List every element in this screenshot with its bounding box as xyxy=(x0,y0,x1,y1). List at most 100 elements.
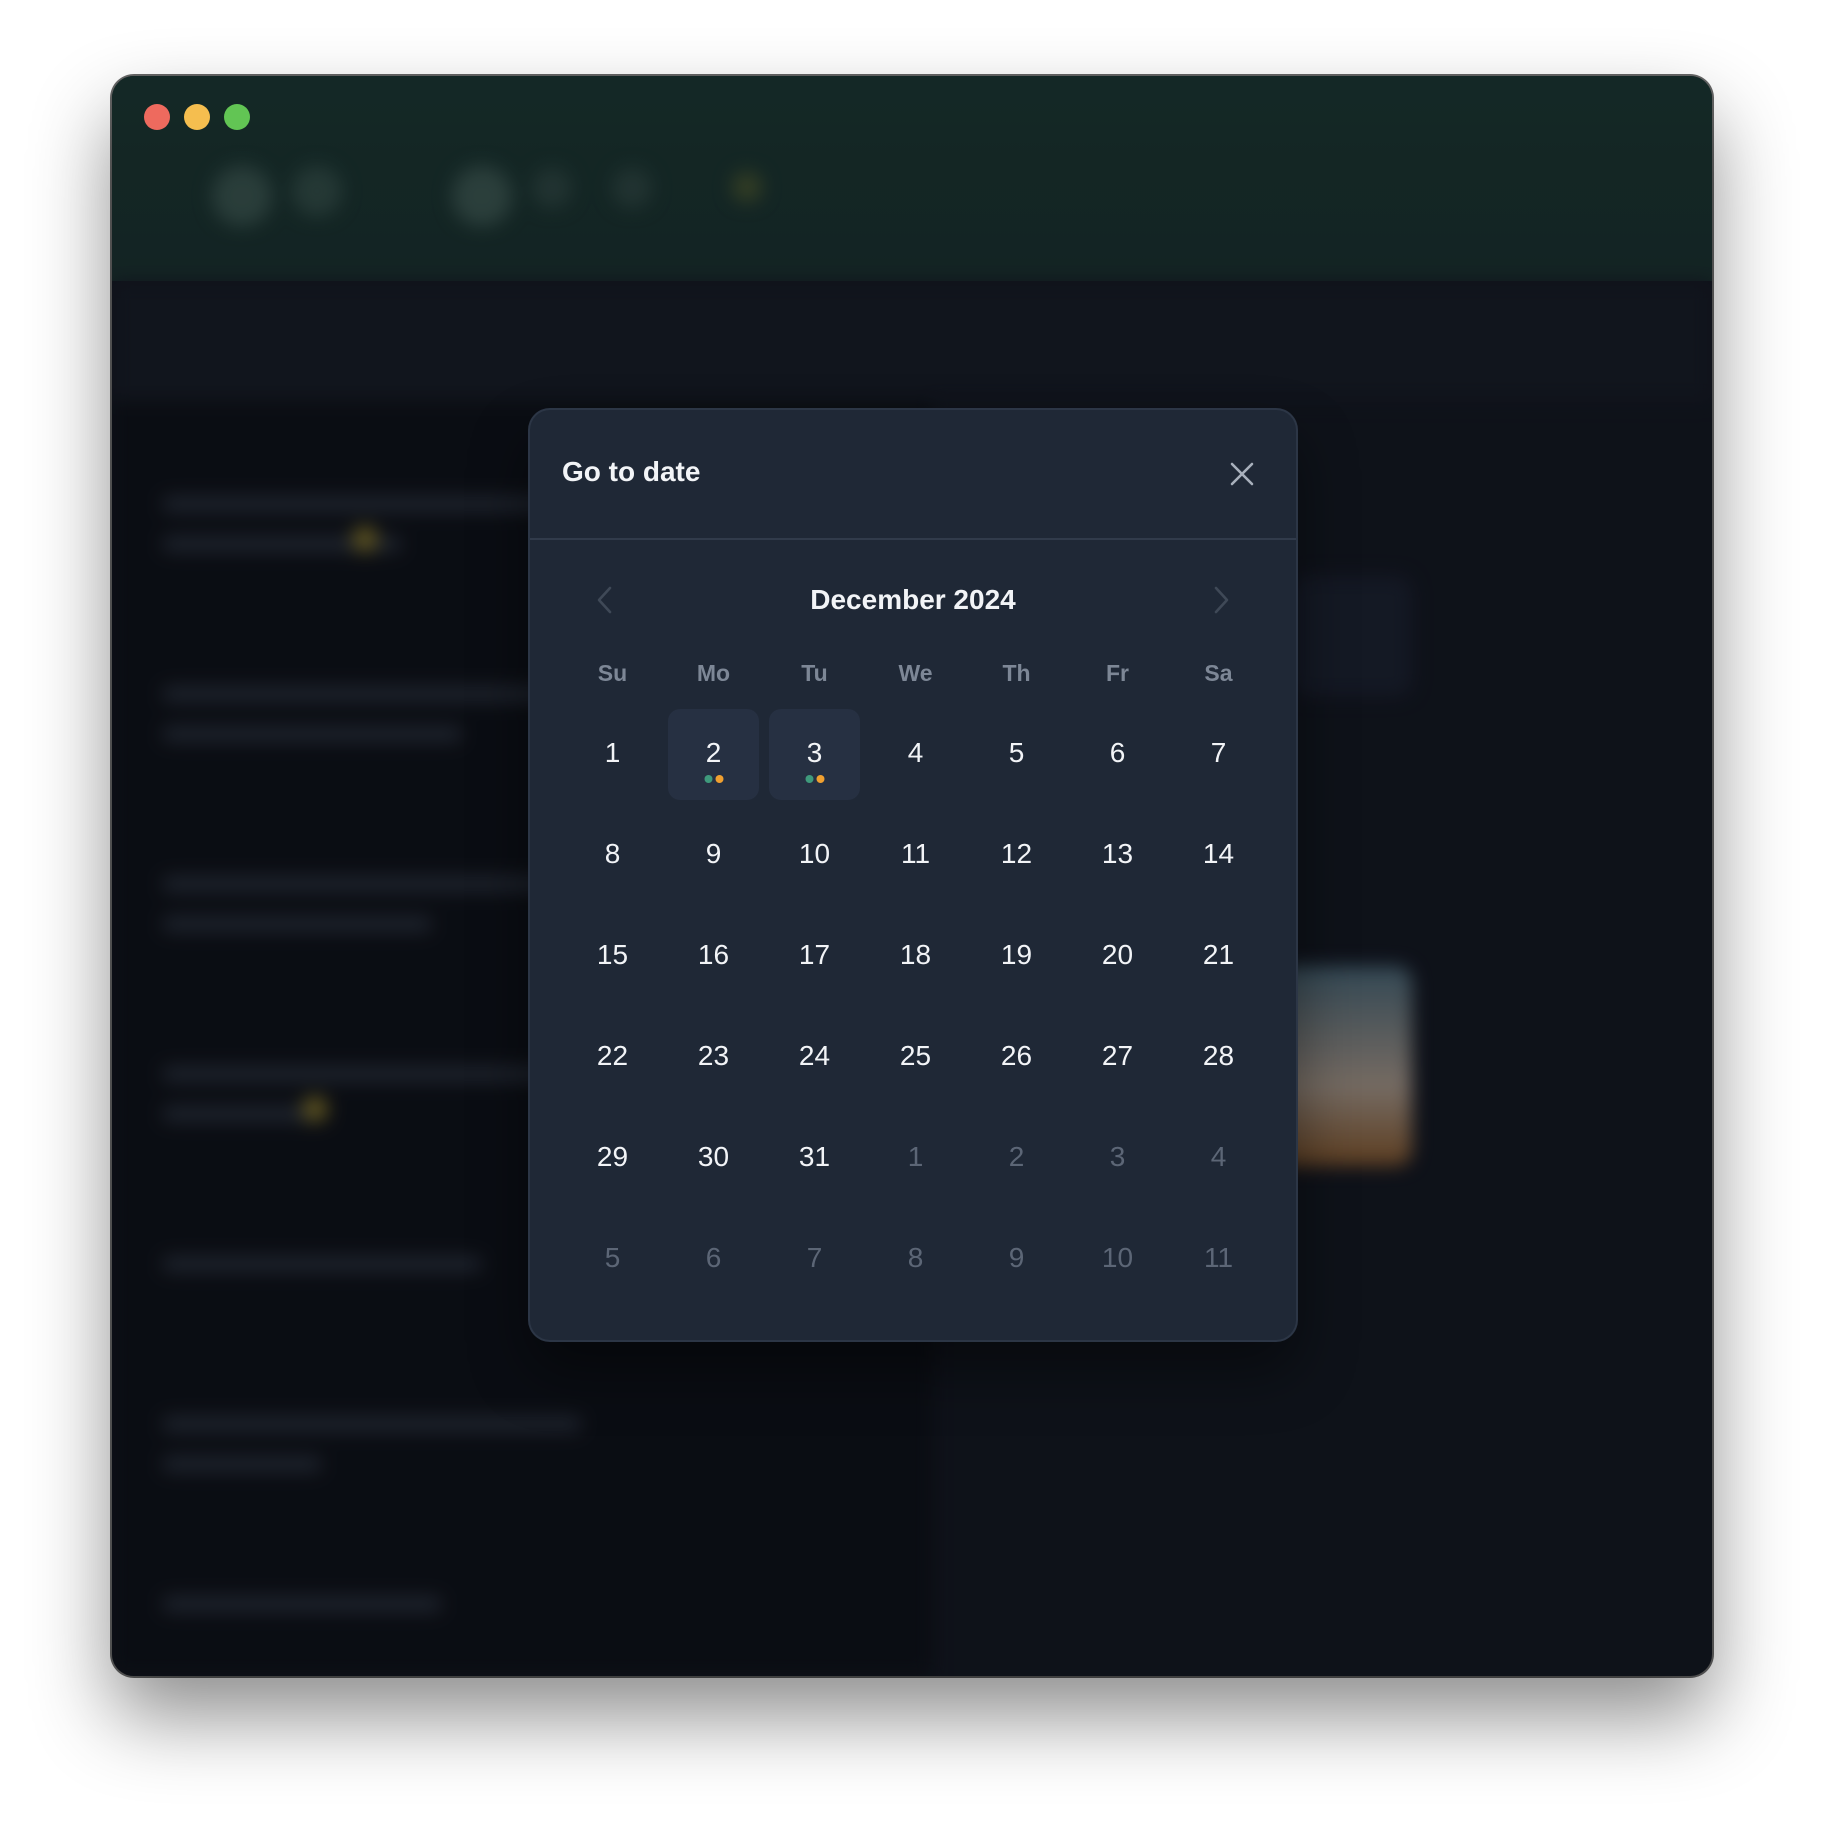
day-number: 27 xyxy=(1101,1039,1134,1071)
calendar-day-outside-month[interactable]: 5 xyxy=(562,1209,663,1310)
day-number: 10 xyxy=(798,837,831,869)
close-button[interactable] xyxy=(1222,454,1262,494)
calendar-day-outside-month[interactable]: 8 xyxy=(865,1209,966,1310)
day-number: 9 xyxy=(705,837,722,869)
day-number: 22 xyxy=(596,1039,629,1071)
day-number: 23 xyxy=(697,1039,730,1071)
day-number: 7 xyxy=(1210,736,1227,768)
day-number: 11 xyxy=(900,837,931,869)
calendar-day[interactable]: 20 xyxy=(1067,906,1168,1007)
calendar-day[interactable]: 7 xyxy=(1168,704,1269,805)
calendar-day-outside-month[interactable]: 9 xyxy=(966,1209,1067,1310)
window-maximize-button[interactable] xyxy=(224,104,250,130)
day-number: 14 xyxy=(1202,837,1235,869)
weekday-label: Sa xyxy=(1204,660,1233,686)
calendar-day[interactable]: 30 xyxy=(663,1108,764,1209)
day-number: 25 xyxy=(899,1039,932,1071)
day-number: 21 xyxy=(1202,938,1235,970)
day-number: 8 xyxy=(604,837,621,869)
weekday-label: Su xyxy=(597,660,628,686)
calendar-grid: 1 2 3 4 5 6 7 8 9 10 11 12 13 14 15 16 17 18 19 20 21 22 23 24 2… xyxy=(562,704,1270,1310)
event-indicator xyxy=(805,775,824,783)
calendar-day[interactable]: 9 xyxy=(663,805,764,906)
day-number: 31 xyxy=(798,1140,831,1172)
day-number: 26 xyxy=(1000,1039,1033,1071)
calendar-day[interactable]: 11 xyxy=(865,805,966,906)
month-label: December 2024 xyxy=(810,584,1016,615)
event-dot xyxy=(805,775,813,783)
calendar-day-outside-month[interactable]: 3 xyxy=(1067,1108,1168,1209)
event-dot xyxy=(715,775,723,783)
day-number: 19 xyxy=(1000,938,1033,970)
day-number: 16 xyxy=(697,938,730,970)
close-icon xyxy=(1230,462,1254,486)
day-number: 2 xyxy=(1008,1140,1025,1172)
day-number: 28 xyxy=(1202,1039,1235,1071)
day-number: 2 xyxy=(705,736,722,768)
weekday-label: Th xyxy=(1002,660,1031,686)
calendar-day[interactable]: 27 xyxy=(1067,1007,1168,1108)
calendar-day[interactable]: 17 xyxy=(764,906,865,1007)
weekday-label: We xyxy=(898,660,933,686)
calendar-day[interactable]: 26 xyxy=(966,1007,1067,1108)
day-number: 5 xyxy=(1008,736,1025,768)
day-number: 17 xyxy=(798,938,831,970)
calendar-day[interactable]: 2 xyxy=(663,704,764,805)
calendar-day-outside-month[interactable]: 10 xyxy=(1067,1209,1168,1310)
calendar-day[interactable]: 3 xyxy=(764,704,865,805)
calendar-day-outside-month[interactable]: 7 xyxy=(764,1209,865,1310)
calendar-day[interactable]: 15 xyxy=(562,906,663,1007)
calendar-day[interactable]: 16 xyxy=(663,906,764,1007)
dialog-title: Go to date xyxy=(562,456,701,487)
month-navigation: December 2024 xyxy=(562,560,1264,640)
calendar-day[interactable]: 5 xyxy=(966,704,1067,805)
calendar-day[interactable]: 22 xyxy=(562,1007,663,1108)
calendar-day-outside-month[interactable]: 1 xyxy=(865,1108,966,1209)
calendar-day[interactable]: 14 xyxy=(1168,805,1269,906)
day-number: 8 xyxy=(907,1241,924,1273)
event-dot xyxy=(816,775,824,783)
day-number: 6 xyxy=(1109,736,1126,768)
next-month-button[interactable] xyxy=(1200,578,1244,622)
calendar-day[interactable]: 21 xyxy=(1168,906,1269,1007)
day-number: 13 xyxy=(1101,837,1134,869)
day-number: 29 xyxy=(596,1140,629,1172)
day-number: 9 xyxy=(1008,1241,1025,1273)
day-number: 30 xyxy=(697,1140,730,1172)
calendar-day-outside-month[interactable]: 6 xyxy=(663,1209,764,1310)
day-number: 3 xyxy=(1109,1140,1126,1172)
calendar-day-outside-month[interactable]: 2 xyxy=(966,1108,1067,1209)
day-number: 5 xyxy=(604,1241,621,1273)
day-number: 1 xyxy=(907,1140,924,1172)
chevron-right-icon xyxy=(1214,586,1229,614)
calendar-day[interactable]: 31 xyxy=(764,1108,865,1209)
calendar-day[interactable]: 8 xyxy=(562,805,663,906)
weekday-header: Su Mo Tu We Th Fr Sa xyxy=(562,660,1270,687)
calendar-day[interactable]: 19 xyxy=(966,906,1067,1007)
day-number: 24 xyxy=(798,1039,831,1071)
calendar-day-outside-month[interactable]: 4 xyxy=(1168,1108,1269,1209)
calendar-day[interactable]: 18 xyxy=(865,906,966,1007)
day-number: 3 xyxy=(806,736,823,768)
calendar-day[interactable]: 10 xyxy=(764,805,865,906)
go-to-date-dialog: Go to date December 2024 Su Mo Tu We Th Fr Sa xyxy=(530,410,1296,1340)
calendar-day[interactable]: 4 xyxy=(865,704,966,805)
calendar-day[interactable]: 25 xyxy=(865,1007,966,1108)
calendar-day[interactable]: 23 xyxy=(663,1007,764,1108)
dialog-header: Go to date xyxy=(530,410,1296,540)
window-close-button[interactable] xyxy=(144,104,170,130)
calendar-day[interactable]: 12 xyxy=(966,805,1067,906)
calendar-day[interactable]: 1 xyxy=(562,704,663,805)
event-dot xyxy=(704,775,712,783)
calendar-day[interactable]: 24 xyxy=(764,1007,865,1108)
window-minimize-button[interactable] xyxy=(184,104,210,130)
calendar-day[interactable]: 28 xyxy=(1168,1007,1269,1108)
day-number: 18 xyxy=(899,938,932,970)
weekday-label: Mo xyxy=(696,660,731,686)
calendar-day-outside-month[interactable]: 11 xyxy=(1168,1209,1269,1310)
day-number: 10 xyxy=(1101,1241,1134,1273)
calendar-day[interactable]: 29 xyxy=(562,1108,663,1209)
calendar-day[interactable]: 6 xyxy=(1067,704,1168,805)
day-number: 6 xyxy=(705,1241,722,1273)
calendar-day[interactable]: 13 xyxy=(1067,805,1168,906)
